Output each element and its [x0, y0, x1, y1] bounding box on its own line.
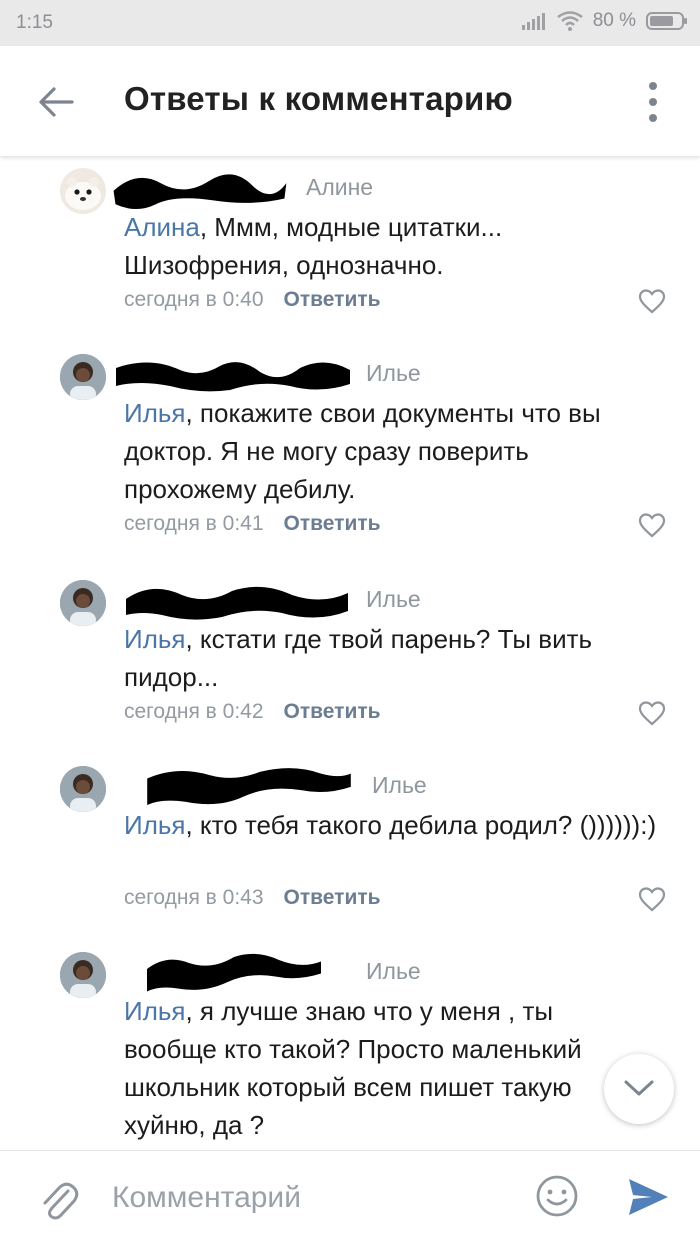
avatar[interactable]	[60, 952, 106, 998]
comment-time: сегодня в 0:42	[124, 700, 264, 723]
avatar-ermine-image	[65, 177, 101, 210]
comment-composer: Комментарий	[0, 1150, 700, 1245]
reply-to-name: Алине	[306, 174, 374, 200]
signal-icon	[521, 13, 545, 30]
reply-to-name: Илье	[372, 772, 427, 798]
wifi-icon	[556, 11, 583, 31]
emoji-icon[interactable]	[534, 1173, 580, 1219]
reply-button[interactable]: Ответить	[284, 512, 381, 535]
comment-text: Илья, кстати где твой парень? Ты вить пи…	[124, 620, 664, 696]
redacted-author-name	[147, 953, 321, 992]
reply-to-name: Илье	[366, 360, 421, 386]
mention-link[interactable]: Илья	[124, 810, 185, 840]
redacted-author-name	[126, 586, 348, 620]
reply-to-name: Илье	[366, 958, 421, 984]
avatar[interactable]	[60, 354, 106, 400]
avatar-photo-image	[60, 354, 106, 400]
comment-body: , кстати где твой парень? Ты вить пидор.…	[124, 624, 593, 692]
comments-feed[interactable]: Алине Алина, Ммм, модные цитатки... Шизо…	[0, 156, 700, 1150]
avatar-photo-image	[60, 952, 106, 998]
comment-meta: сегодня в 0:42 Ответить	[124, 700, 381, 724]
comment-time: сегодня в 0:41	[124, 512, 264, 535]
status-bar: 1:15 80 %	[0, 0, 700, 46]
redacted-author-name	[116, 362, 350, 392]
scroll-down-button[interactable]	[604, 1054, 674, 1124]
paperclip-icon[interactable]	[38, 1177, 80, 1223]
comment-meta: сегодня в 0:43 Ответить	[124, 886, 381, 910]
comment-body: , кто тебя такого дебила родил? ()))))):…	[185, 810, 657, 840]
comment-body: , покажите свои документы что вы доктор.…	[124, 398, 601, 504]
chevron-down-icon	[624, 1080, 654, 1096]
app-bar: Ответы к комментарию	[0, 46, 700, 156]
comment-text: Илья, кто тебя такого дебила родил? ()))…	[124, 806, 664, 844]
comment-time: сегодня в 0:40	[124, 288, 264, 311]
battery-icon	[646, 12, 687, 30]
avatar[interactable]	[60, 766, 106, 812]
arrow-left-icon[interactable]	[36, 82, 76, 122]
page-title: Ответы к комментарию	[124, 80, 513, 117]
battery-percent: 80 %	[592, 10, 636, 31]
heart-icon[interactable]	[638, 886, 666, 912]
battery-fill	[650, 16, 674, 26]
status-time: 1:15	[16, 12, 53, 33]
comment-body: , я лучше знаю что у меня , ты вообще кт…	[124, 996, 582, 1140]
comment-text: Илья, покажите свои документы что вы док…	[124, 394, 664, 508]
avatar-photo-image	[60, 580, 106, 626]
comment-time: сегодня в 0:43	[124, 886, 264, 909]
heart-icon[interactable]	[638, 512, 666, 538]
send-icon[interactable]	[626, 1175, 670, 1219]
comment-meta: сегодня в 0:40 Ответить	[124, 288, 381, 312]
mention-link[interactable]: Илья	[124, 624, 185, 654]
comment-text: Алина, Ммм, модные цитатки... Шизофрения…	[124, 208, 664, 284]
avatar-photo-image	[60, 766, 106, 812]
mention-link[interactable]: Алина	[124, 212, 200, 242]
redacted-author-name	[113, 174, 287, 210]
mention-link[interactable]: Илья	[124, 398, 185, 428]
comment-input[interactable]: Комментарий	[112, 1181, 301, 1215]
more-vertical-icon[interactable]	[648, 80, 658, 124]
avatar[interactable]	[60, 580, 106, 626]
avatar[interactable]	[60, 168, 106, 214]
reply-to-name: Илье	[366, 586, 421, 612]
comment-text: Илья, я лучше знаю что у меня , ты вообщ…	[124, 992, 644, 1144]
reply-button[interactable]: Ответить	[284, 288, 381, 311]
heart-icon[interactable]	[638, 288, 666, 314]
heart-icon[interactable]	[638, 700, 666, 726]
reply-button[interactable]: Ответить	[284, 700, 381, 723]
reply-button[interactable]: Ответить	[284, 886, 381, 909]
mention-link[interactable]: Илья	[124, 996, 185, 1026]
redacted-author-name	[147, 768, 351, 806]
comment-meta: сегодня в 0:41 Ответить	[124, 512, 381, 536]
